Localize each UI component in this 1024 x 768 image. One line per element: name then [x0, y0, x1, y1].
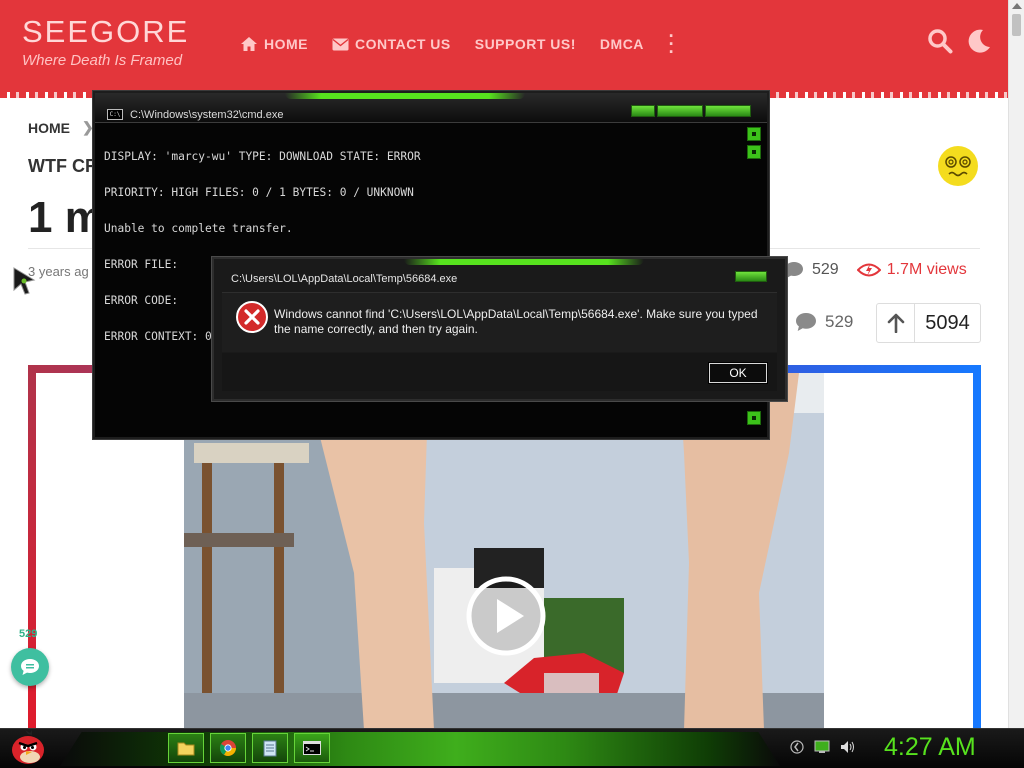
ok-button[interactable]: OK	[708, 362, 768, 384]
more-menu-icon[interactable]: · · ·	[668, 27, 676, 61]
chevron-right-icon: ❯	[82, 119, 94, 135]
arrow-up-icon	[887, 313, 904, 333]
nav-contact-label: CONTACT US	[355, 36, 451, 52]
comment-bubble-icon	[796, 313, 816, 331]
envelope-icon	[332, 38, 349, 50]
nav-support[interactable]: SUPPORT US!	[475, 36, 576, 52]
post-category[interactable]: WTF CR	[28, 156, 98, 177]
system-tray	[790, 740, 856, 754]
comments-button[interactable]: 529	[795, 312, 853, 332]
start-angry-bird-icon[interactable]	[8, 730, 48, 766]
error-dialog-title: C:\Users\LOL\AppData\Local\Temp\56684.ex…	[231, 273, 458, 285]
comment-bubble-icon	[785, 262, 803, 278]
notepad-icon	[263, 740, 277, 757]
scroll-up-icon[interactable]	[747, 127, 761, 141]
taskbar-apps	[168, 733, 330, 763]
scroll-down-icon[interactable]	[747, 411, 761, 425]
volume-icon[interactable]	[840, 740, 856, 754]
home-icon	[241, 37, 257, 51]
minimize-button[interactable]	[631, 105, 655, 117]
cmd-title: C:\Windows\system32\cmd.exe	[130, 109, 284, 121]
floating-comments-button[interactable]	[11, 648, 49, 686]
error-dialog-footer: OK	[222, 353, 777, 391]
titlebar-glow	[285, 93, 525, 99]
cmd-window-controls	[631, 105, 751, 117]
eye-bolt-icon	[856, 263, 881, 277]
nav-home[interactable]: HOME	[240, 36, 308, 52]
error-x-icon	[236, 301, 268, 333]
taskbar-cmd[interactable]	[294, 733, 330, 763]
mouse-cursor-icon	[13, 267, 36, 295]
titlebar-glow	[404, 259, 644, 265]
cmd-line: Unable to complete transfer.	[104, 222, 293, 235]
nav-dmca[interactable]: DMCA	[600, 36, 644, 52]
upvote-button[interactable]	[877, 304, 915, 342]
cmd-line: PRIORITY: HIGH FILES: 0 / 1 BYTES: 0 / U…	[104, 186, 414, 199]
scroll-thumb[interactable]	[1012, 14, 1021, 36]
network-icon[interactable]	[790, 740, 804, 754]
dark-mode-moon-icon[interactable]	[966, 28, 992, 54]
close-button[interactable]	[705, 105, 751, 117]
post-stats: 529 1.7M views	[784, 261, 967, 279]
dizzy-face-emoji-icon	[938, 146, 978, 186]
cmd-titlebar[interactable]: C:\ C:\Windows\system32\cmd.exe	[95, 93, 767, 123]
scroll-up-arrow-icon[interactable]	[1012, 3, 1022, 9]
vote-count: 5094	[925, 311, 970, 334]
page-scrollbar[interactable]	[1008, 0, 1024, 728]
nav-support-label: SUPPORT US!	[474, 36, 576, 52]
floating-comment-count: 529	[19, 628, 38, 640]
monitor-icon[interactable]	[814, 740, 830, 754]
cmd-line: DISPLAY: 'marcy-wu' TYPE: DOWNLOAD STATE…	[104, 150, 421, 163]
error-dialog-body: Windows cannot find 'C:\Users\LOL\AppDat…	[222, 292, 777, 352]
main-nav: HOME CONTACT US SUPPORT US! DMCA · · ·	[240, 27, 676, 61]
nav-contact[interactable]: CONTACT US	[332, 36, 451, 52]
chrome-icon	[220, 740, 236, 756]
taskbar-chrome[interactable]	[210, 733, 246, 763]
taskbar	[0, 728, 1024, 768]
taskbar-notepad[interactable]	[252, 733, 288, 763]
breadcrumb: HOME ❯	[28, 119, 94, 136]
site-header: SEEGORE Where Death Is Framed HOME CONTA…	[0, 0, 1008, 98]
error-dialog[interactable]: C:\Users\LOL\AppData\Local\Temp\56684.ex…	[212, 257, 787, 401]
nav-home-label: HOME	[264, 36, 308, 52]
breadcrumb-home[interactable]: HOME	[28, 120, 70, 136]
error-message: Windows cannot find 'C:\Users\LOL\AppDat…	[274, 307, 758, 336]
comments-button-count: 529	[825, 312, 854, 331]
close-button[interactable]	[735, 271, 767, 282]
file-explorer-icon	[177, 742, 195, 756]
taskbar-file-explorer[interactable]	[168, 733, 204, 763]
views-count: 1.7M views	[886, 261, 967, 278]
site-tagline: Where Death Is Framed	[22, 52, 183, 69]
chat-icon	[21, 659, 39, 675]
search-icon[interactable]	[927, 28, 953, 54]
comments-count: 529	[812, 261, 839, 278]
site-logo[interactable]: SEEGORE	[22, 14, 189, 50]
views-stat: 1.7M views	[856, 261, 967, 279]
scroll-thumb[interactable]	[747, 145, 761, 159]
nav-dmca-label: DMCA	[599, 36, 644, 52]
cmd-window-icon: C:\	[107, 109, 123, 120]
maximize-button[interactable]	[657, 105, 703, 117]
taskbar-clock[interactable]: 4:27 AM	[884, 733, 976, 762]
cmd-icon	[303, 741, 321, 755]
play-icon[interactable]	[466, 576, 546, 656]
upvote-widget: 5094	[876, 303, 981, 343]
